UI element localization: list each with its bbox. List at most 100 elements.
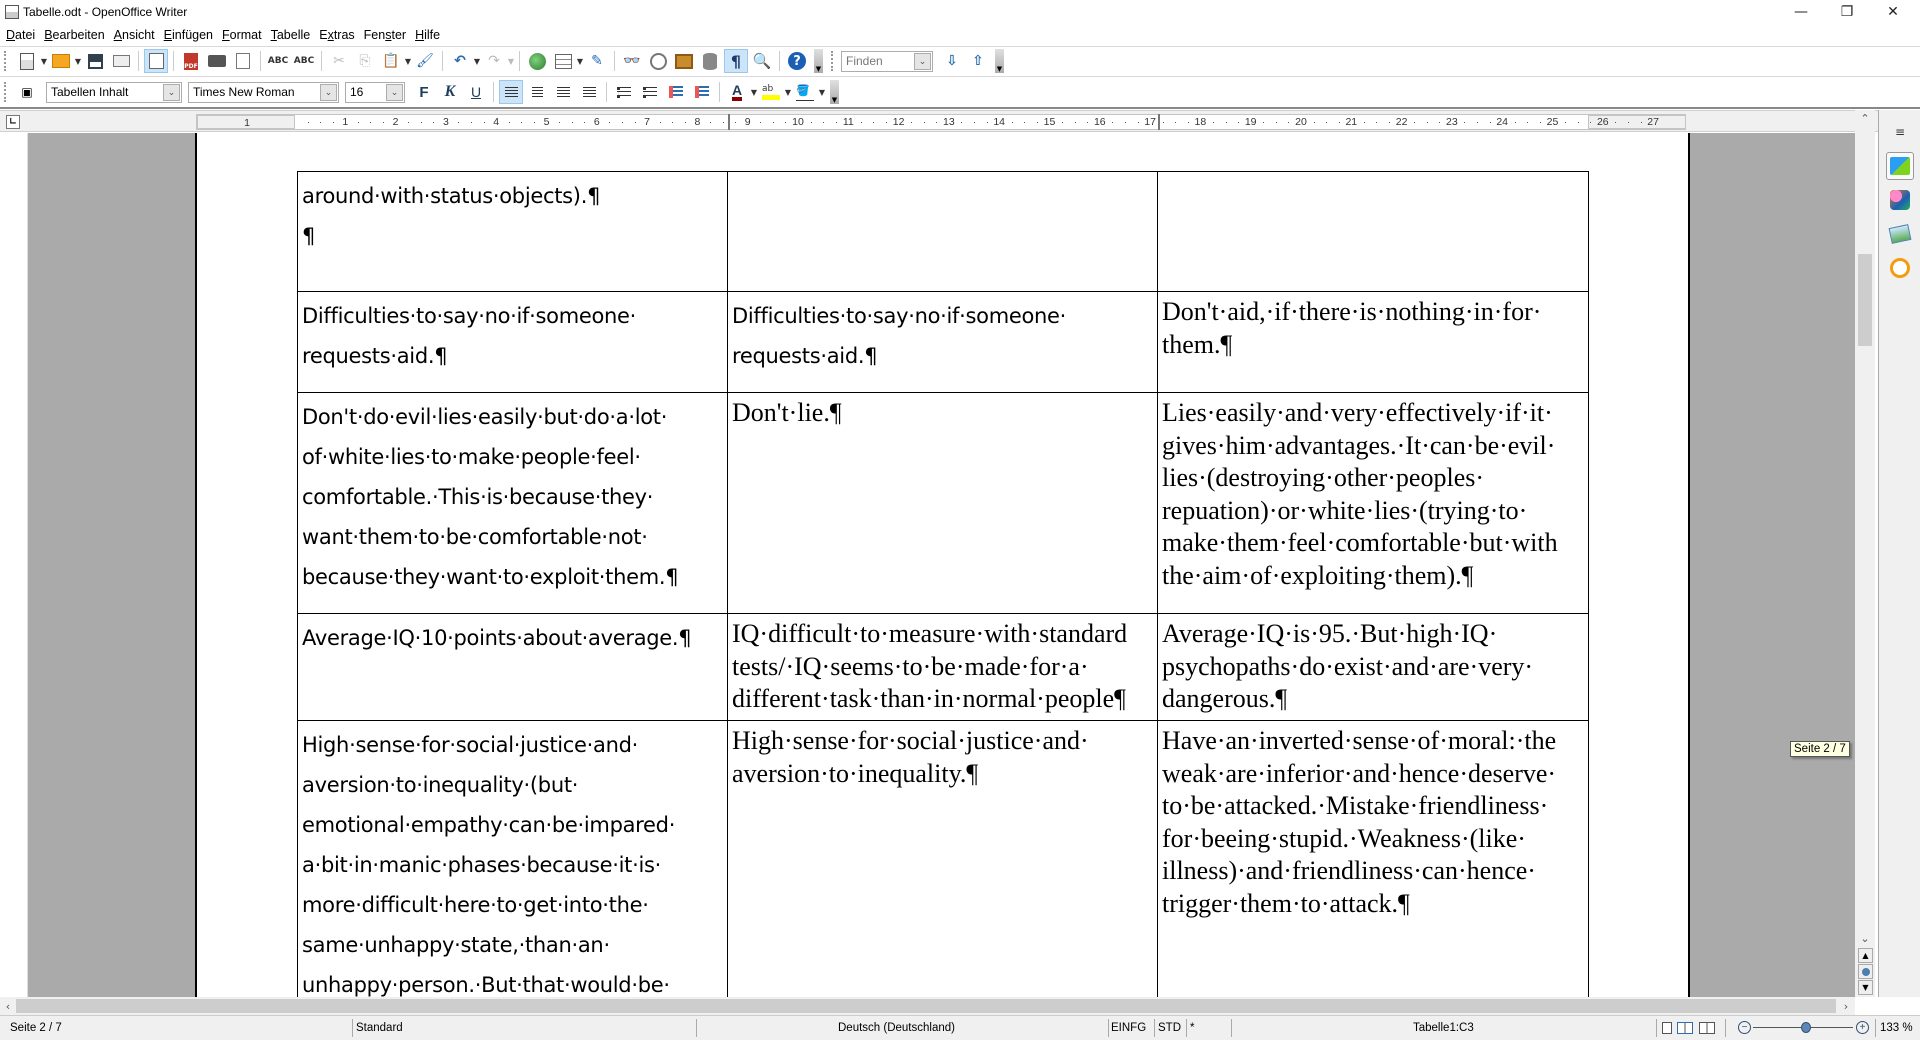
navigator-button[interactable] — [646, 49, 670, 73]
menu-bearbeiten[interactable]: Bearbeiten — [42, 28, 111, 42]
print-preview-button[interactable] — [231, 49, 255, 73]
menu-extras[interactable]: Extras — [317, 28, 361, 42]
email-document-button[interactable] — [109, 49, 133, 73]
zoom-out-button[interactable]: − — [1738, 1021, 1751, 1034]
scroll-up-arrow[interactable]: ⌃ — [1855, 110, 1875, 126]
bold-button[interactable]: F — [412, 80, 436, 104]
paste-dropdown[interactable]: ▼ — [404, 57, 412, 66]
ruler-column-marker[interactable] — [1158, 114, 1160, 130]
export-pdf-button[interactable]: PDF — [179, 49, 203, 73]
scroll-left-arrow[interactable]: ‹ — [0, 997, 16, 1015]
table-cell[interactable]: around·with·status·objects).¶ ¶ — [297, 171, 728, 292]
minimize-button[interactable]: — — [1778, 0, 1824, 24]
data-sources-button[interactable] — [698, 49, 722, 73]
table-cell[interactable]: High·sense·for·social·justice·and· avers… — [727, 720, 1158, 997]
zoom-slider-knob[interactable] — [1801, 1022, 1812, 1033]
zoom-in-button[interactable]: + — [1856, 1021, 1869, 1034]
table-cell[interactable]: Difficulties·to·say·no·if·someone· reque… — [727, 291, 1158, 393]
format-toolbar-overflow-button[interactable]: ▼ — [830, 80, 839, 104]
paste-button[interactable]: 📋 — [379, 49, 403, 73]
table-cell[interactable]: IQ·difficult·to·measure·with·standard te… — [727, 613, 1158, 721]
horizontal-scrollbar[interactable]: ‹ › — [0, 997, 1855, 1015]
redo-dropdown[interactable]: ▼ — [507, 57, 515, 66]
find-replace-button[interactable]: 👓 — [620, 49, 644, 73]
tab-stop-selector[interactable]: ∟ — [6, 115, 20, 129]
previous-page-button[interactable]: ▲ — [1858, 948, 1873, 963]
status-page-style[interactable]: Standard — [356, 1016, 403, 1040]
status-language[interactable]: Deutsch (Deutschland) — [838, 1016, 955, 1040]
table-cell[interactable]: Have·an·inverted·sense·of·moral:·the wea… — [1157, 720, 1589, 997]
find-toolbar-grip[interactable] — [831, 51, 835, 71]
table-cell[interactable]: Don't·lie.¶ — [727, 392, 1158, 614]
font-name-select[interactable]: Times New Roman ⌄ — [188, 81, 339, 103]
cut-button[interactable]: ✂ — [327, 49, 351, 73]
paragraph-style-dropdown-arrow[interactable]: ⌄ — [163, 83, 180, 101]
new-document-dropdown[interactable]: ▼ — [40, 57, 48, 66]
status-page-number[interactable]: Seite 2 / 7 — [10, 1016, 62, 1040]
background-color-dropdown[interactable]: ▼ — [818, 88, 826, 97]
clone-formatting-button[interactable]: 🖌 — [413, 49, 437, 73]
zoom-button[interactable]: 🔍 — [750, 49, 774, 73]
open-dropdown[interactable]: ▼ — [74, 57, 82, 66]
scroll-down-arrow[interactable]: ⌄ — [1855, 930, 1875, 946]
redo-button[interactable]: ↷ — [482, 49, 506, 73]
status-zoom-level[interactable]: 133 % — [1880, 1016, 1913, 1040]
underline-button[interactable]: U — [464, 80, 488, 104]
sidebar-styles-button[interactable] — [1886, 186, 1914, 214]
view-book-button[interactable] — [1699, 1016, 1719, 1040]
align-left-button[interactable] — [499, 80, 523, 104]
show-draw-functions-button[interactable]: ✎ — [585, 49, 609, 73]
find-toolbar-overflow-button[interactable]: ▼ — [995, 49, 1004, 73]
horizontal-scroll-thumb[interactable] — [16, 999, 1836, 1013]
table-cell[interactable]: Difficulties·to·say·no·if·someone· reque… — [297, 291, 728, 393]
font-color-button[interactable]: A — [725, 80, 749, 104]
view-multi-page-button[interactable] — [1677, 1016, 1697, 1040]
table-cell[interactable] — [1157, 171, 1589, 292]
background-color-button[interactable]: 🪣 — [793, 80, 817, 104]
menu-tabelle[interactable]: Tabelle — [269, 28, 318, 42]
status-modified[interactable]: * — [1190, 1016, 1194, 1040]
menu-ansicht[interactable]: Ansicht — [112, 28, 162, 42]
italic-button[interactable]: K — [438, 80, 462, 104]
toolbar-grip[interactable] — [4, 82, 8, 102]
find-input[interactable]: Finden ⌄ — [841, 50, 933, 72]
document-area[interactable]: around·with·status·objects).¶ ¶ Difficulti… — [0, 133, 1855, 997]
toolbar-overflow-button[interactable]: ▼ — [814, 49, 823, 73]
table-cell[interactable]: Lies·easily·and·very·effectively·if·it· … — [1157, 392, 1589, 614]
new-document-button[interactable] — [15, 49, 39, 73]
vertical-scroll-thumb[interactable] — [1858, 254, 1872, 346]
vertical-scrollbar[interactable]: ⌃ ⌄ ▲ ▼ — [1855, 110, 1875, 997]
undo-dropdown[interactable]: ▼ — [473, 57, 481, 66]
sidebar-properties-button[interactable] — [1886, 152, 1914, 180]
font-size-select[interactable]: 16 ⌄ — [345, 81, 405, 103]
maximize-button[interactable]: ❐ — [1824, 0, 1870, 24]
undo-button[interactable]: ↶ — [448, 49, 472, 73]
hyperlink-button[interactable] — [525, 49, 549, 73]
menu-format[interactable]: Format — [220, 28, 269, 42]
menu-fenster[interactable]: Fenster — [362, 28, 413, 42]
table-cell[interactable]: Average·IQ·10·points·about·average.¶ — [297, 613, 728, 721]
table-cell[interactable]: Don't·aid,·if·there·is·nothing·in·for· t… — [1157, 291, 1589, 393]
increase-indent-button[interactable] — [690, 80, 714, 104]
status-insert-mode[interactable]: EINFG — [1111, 1016, 1146, 1040]
font-size-dropdown-arrow[interactable]: ⌄ — [386, 83, 403, 101]
close-button[interactable]: ✕ — [1870, 0, 1916, 24]
toolbar-grip[interactable] — [4, 51, 8, 71]
spellcheck-button[interactable]: ABC — [266, 49, 290, 73]
sidebar-navigator-button[interactable] — [1886, 254, 1914, 282]
ruler-column-marker[interactable] — [728, 114, 730, 130]
sidebar-gallery-button[interactable] — [1886, 220, 1914, 248]
edit-mode-button[interactable] — [144, 49, 168, 73]
horizontal-ruler[interactable]: 1 1 2 3 4 5 6 7 8 9 10 11 12 13 14 15 16 17 18 19 20 21 22 23 2… — [196, 114, 1686, 130]
formatting-marks-button[interactable]: ¶ — [724, 49, 748, 73]
highlighting-dropdown[interactable]: ▼ — [784, 88, 792, 97]
decrease-indent-button[interactable] — [664, 80, 688, 104]
table-cell[interactable]: Don't·do·evil·lies·easily·but·do·a·lot· … — [297, 392, 728, 614]
font-color-dropdown[interactable]: ▼ — [750, 88, 758, 97]
find-dropdown-arrow[interactable]: ⌄ — [914, 52, 931, 70]
menu-hilfe[interactable]: Hilfe — [413, 28, 447, 42]
table-cell[interactable]: Average·IQ·is·95.·But·high·IQ· psychopat… — [1157, 613, 1589, 721]
copy-button[interactable]: ⎘ — [353, 49, 377, 73]
align-center-button[interactable] — [525, 80, 549, 104]
insert-table-dropdown[interactable]: ▼ — [576, 57, 584, 66]
